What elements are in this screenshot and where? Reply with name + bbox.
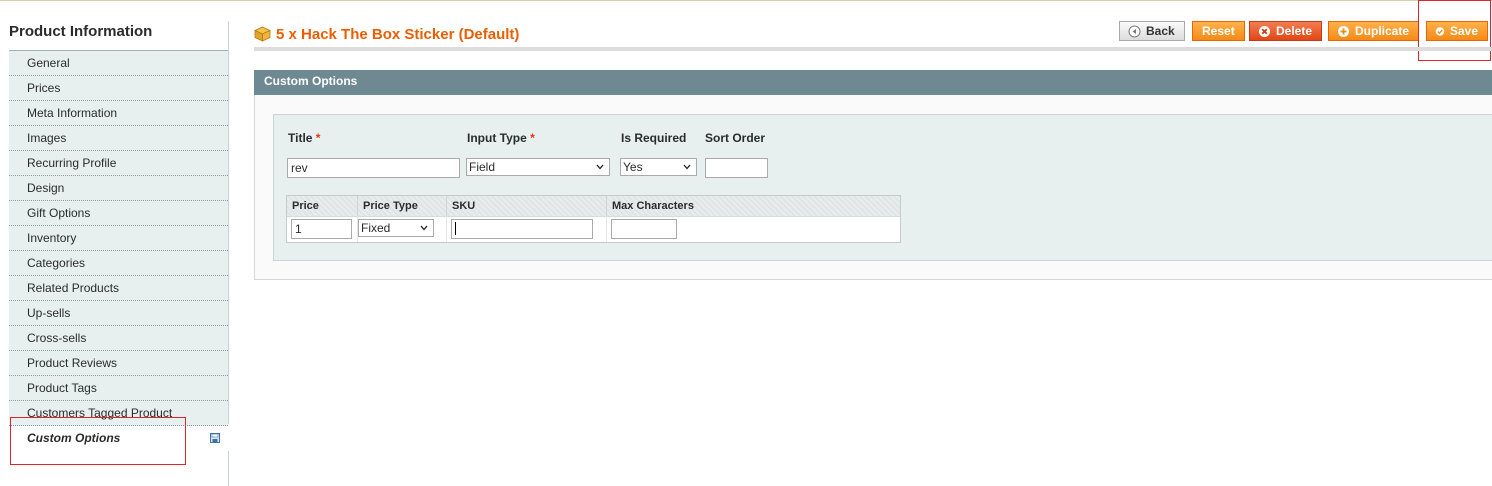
- back-button[interactable]: Back: [1119, 21, 1185, 41]
- sidebar-item-up-sells[interactable]: Up-sells: [9, 301, 228, 326]
- sidebar-item-label: Custom Options: [27, 431, 121, 445]
- custom-options-section-header: Custom Options: [254, 70, 1492, 95]
- sidebar-item-custom-options[interactable]: Custom Options: [9, 426, 228, 452]
- reset-button-label: Reset: [1202, 24, 1235, 38]
- input-type-selected: Field: [469, 160, 496, 174]
- sidebar-item-inventory[interactable]: Inventory: [9, 226, 228, 251]
- max-characters-column-header: Max Characters: [612, 200, 694, 212]
- sidebar-item-related-products[interactable]: Related Products: [9, 276, 228, 301]
- input-type-label-text: Input Type: [467, 131, 527, 145]
- price-input[interactable]: [291, 219, 352, 239]
- delete-button-label: Delete: [1276, 24, 1313, 38]
- sidebar-item-prices[interactable]: Prices: [9, 76, 228, 101]
- sidebar-item-gift-options[interactable]: Gift Options: [9, 201, 228, 226]
- sidebar-item-meta-information[interactable]: Meta Information: [9, 101, 228, 126]
- sku-input[interactable]: [451, 219, 593, 239]
- chevron-down-icon: [596, 164, 604, 170]
- sidebar-item-recurring-profile[interactable]: Recurring Profile: [9, 151, 228, 176]
- sidebar-item-categories[interactable]: Categories: [9, 251, 228, 276]
- sidebar-item-cross-sells[interactable]: Cross-sells: [9, 326, 228, 351]
- text-cursor: [455, 222, 456, 235]
- sidebar-title: Product Information: [9, 23, 153, 40]
- save-button[interactable]: Save: [1426, 21, 1488, 41]
- sidebar-item-product-reviews[interactable]: Product Reviews: [9, 351, 228, 376]
- back-button-label: Back: [1146, 24, 1175, 38]
- sidebar-item-product-tags[interactable]: Product Tags: [9, 376, 228, 401]
- sidebar-tab-list: General Prices Meta Information Images R…: [9, 51, 228, 452]
- max-characters-input[interactable]: [611, 219, 677, 239]
- sidebar-border: [228, 21, 229, 424]
- price-type-select[interactable]: Fixed: [358, 219, 434, 237]
- duplicate-button[interactable]: Duplicate: [1328, 21, 1420, 41]
- required-marker: *: [530, 131, 535, 145]
- price-column-header: Price: [287, 196, 358, 216]
- header-divider: [254, 47, 1492, 51]
- add-plus-icon: [1338, 25, 1349, 37]
- sku-column-header: SKU: [447, 196, 607, 216]
- title-label-text: Title: [288, 131, 313, 145]
- save-button-label: Save: [1449, 24, 1478, 38]
- save-state-icon: [210, 433, 220, 443]
- duplicate-button-label: Duplicate: [1355, 24, 1410, 38]
- price-type-column-header: Price Type: [358, 196, 447, 216]
- column-divider: [446, 216, 447, 242]
- input-type-label: Input Type *: [467, 131, 535, 145]
- column-divider: [606, 216, 607, 242]
- box-icon: [254, 26, 271, 42]
- sidebar-item-customers-tagged-product[interactable]: Customers Tagged Product: [9, 401, 228, 426]
- product-tabs-sidebar: Product Information General Prices Meta …: [0, 0, 229, 486]
- input-type-select[interactable]: Field: [466, 158, 610, 176]
- delete-button[interactable]: Delete: [1249, 21, 1323, 41]
- option-title-input[interactable]: [287, 158, 460, 178]
- is-required-select[interactable]: Yes: [620, 158, 697, 176]
- sidebar-item-images[interactable]: Images: [9, 126, 228, 151]
- chevron-down-icon: [420, 225, 428, 231]
- required-marker: *: [315, 131, 321, 145]
- checkmark-icon: [1435, 26, 1445, 36]
- price-table-header: Price Price Type SKU Max Characters: [287, 196, 900, 217]
- is-required-label: Is Required: [621, 131, 687, 145]
- price-type-selected: Fixed: [361, 221, 391, 235]
- page-title: 5 x Hack The Box Sticker (Default): [276, 26, 520, 43]
- delete-x-icon: [1259, 25, 1270, 37]
- sidebar-item-general[interactable]: General: [9, 51, 228, 76]
- sidebar-border-lower: [228, 451, 229, 486]
- sort-order-input[interactable]: [705, 158, 768, 178]
- chevron-down-icon: [683, 164, 691, 170]
- reset-button[interactable]: Reset: [1192, 21, 1245, 41]
- is-required-selected: Yes: [623, 160, 643, 174]
- back-arrow-icon: [1128, 25, 1141, 37]
- sort-order-label: Sort Order: [705, 131, 766, 145]
- sidebar-item-design[interactable]: Design: [9, 176, 228, 201]
- title-label: Title *: [288, 131, 320, 145]
